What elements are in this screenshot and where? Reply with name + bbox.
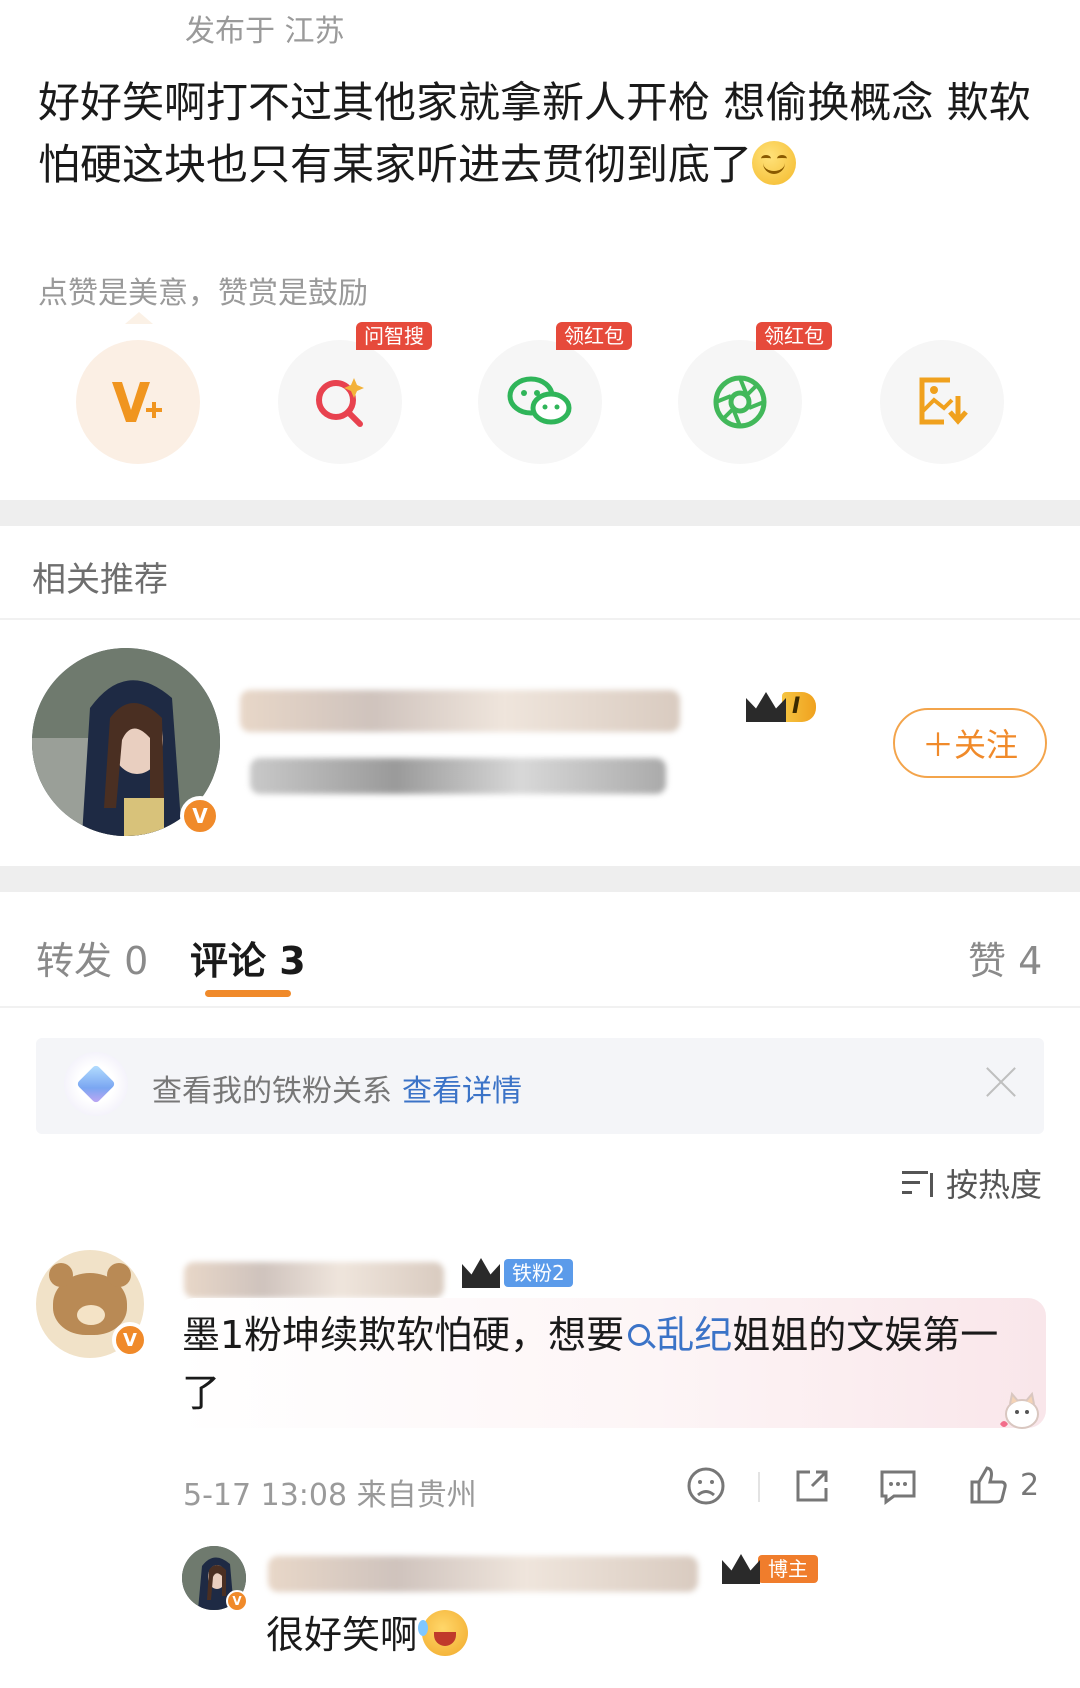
user-level-badge: I — [746, 692, 817, 722]
fan-relation-banner: 查看我的铁粉关系 查看详情 — [36, 1038, 1044, 1134]
moments-icon — [713, 375, 767, 429]
action-separator — [758, 1472, 760, 1502]
comment-time-location: 5-17 13:08 来自贵州 — [183, 1478, 477, 1513]
follow-button[interactable]: ＋关注 — [893, 708, 1047, 778]
divider — [0, 1006, 1080, 1008]
diamond-icon — [64, 1052, 128, 1116]
section-gap — [0, 500, 1080, 526]
wechat-share-button[interactable]: 领红包 — [478, 322, 632, 464]
blogger-badge: 博主 — [722, 1554, 818, 1584]
sort-label: 按热度 — [946, 1166, 1043, 1204]
post-body: 好好笑啊打不过其他家就拿新人开枪 想偷换概念 欺软怕硬这块也只有某家听进去贯彻到… — [38, 78, 1031, 189]
divider — [0, 618, 1080, 620]
save-image-button[interactable] — [880, 340, 1004, 464]
wechat-red-packet-badge: 领红包 — [556, 322, 632, 350]
bear-avatar-icon — [49, 1263, 131, 1335]
verified-badge-icon: V — [112, 1322, 148, 1358]
blogger-role-label: 博主 — [758, 1555, 818, 1583]
search-icon — [628, 1324, 651, 1346]
tab-comments[interactable]: 评论 3 — [190, 930, 306, 985]
like-icon[interactable] — [966, 1464, 1010, 1508]
reward-hint: 点赞是美意，赞赏是鼓励 — [38, 276, 368, 311]
wechat-icon — [507, 376, 572, 425]
commenter-name-blurred — [184, 1262, 444, 1298]
ai-search-button[interactable]: 问智搜 — [278, 322, 432, 464]
post-text: 好好笑啊打不过其他家就拿新人开枪 想偷换概念 欺软怕硬这块也只有某家听进去贯彻到… — [38, 72, 1048, 196]
section-gap — [0, 866, 1080, 892]
blogger-name-blurred — [268, 1556, 698, 1592]
recommended-user-bio-blurred — [250, 758, 666, 794]
save-image-icon — [919, 377, 968, 425]
moments-red-packet-badge: 领红包 — [756, 322, 832, 350]
cat-sticker-icon — [1000, 1391, 1039, 1429]
sort-icon — [902, 1169, 936, 1197]
v-plus-button[interactable] — [76, 340, 200, 464]
tab-repost[interactable]: 转发 0 — [36, 930, 148, 985]
iron-fan-badge: 铁粉2 — [462, 1258, 573, 1288]
reward-hint-pointer — [125, 312, 153, 324]
ai-search-badge: 问智搜 — [356, 322, 432, 350]
view-details-link[interactable]: 查看详情 — [402, 1074, 522, 1109]
reply-icon[interactable] — [876, 1464, 920, 1508]
reply-body: 很好笑啊 — [266, 1613, 419, 1657]
verified-badge-icon: V — [226, 1590, 248, 1612]
reply-text: 很好笑啊 — [266, 1604, 469, 1659]
tab-likes[interactable]: 赞 4 — [968, 930, 1042, 985]
crown-icon — [462, 1258, 500, 1288]
sort-by-hot-button[interactable]: 按热度 — [902, 1160, 1042, 1206]
v-plus-icon — [112, 382, 162, 422]
crown-icon — [722, 1554, 760, 1584]
share-icon[interactable] — [790, 1464, 834, 1508]
comment-text-start: 墨1粉坤续欺软怕硬，想要 — [182, 1313, 625, 1357]
like-count: 2 — [1020, 1468, 1040, 1503]
iron-fan-label: 铁粉2 — [504, 1259, 573, 1287]
share-action-row: 问智搜 领红包 领红包 — [0, 322, 1080, 470]
active-tab-indicator — [205, 990, 291, 997]
crown-icon — [746, 692, 786, 722]
topic-label: 乱纪 — [656, 1313, 733, 1357]
verified-badge-icon: V — [180, 796, 220, 836]
user-level-label: I — [782, 692, 817, 722]
smile-emoji-icon — [752, 141, 797, 185]
topic-link[interactable]: 乱纪 — [624, 1313, 732, 1357]
moments-share-button[interactable]: 领红包 — [678, 322, 832, 464]
recommended-user-name-blurred — [240, 690, 680, 732]
comment-text: 墨1粉坤续欺软怕硬，想要 乱纪姐姐的文娱第一了 — [182, 1306, 1032, 1422]
fan-relation-label: 查看我的铁粉关系 — [152, 1074, 392, 1109]
related-title: 相关推荐 — [32, 560, 168, 600]
dislike-icon[interactable] — [684, 1464, 728, 1508]
post-location: 发布于 江苏 — [185, 14, 345, 49]
close-icon[interactable] — [984, 1064, 1018, 1098]
laugh-emoji-icon — [418, 1610, 469, 1656]
fan-relation-text: 查看我的铁粉关系 查看详情 — [152, 1066, 522, 1110]
ai-search-icon — [316, 378, 364, 427]
